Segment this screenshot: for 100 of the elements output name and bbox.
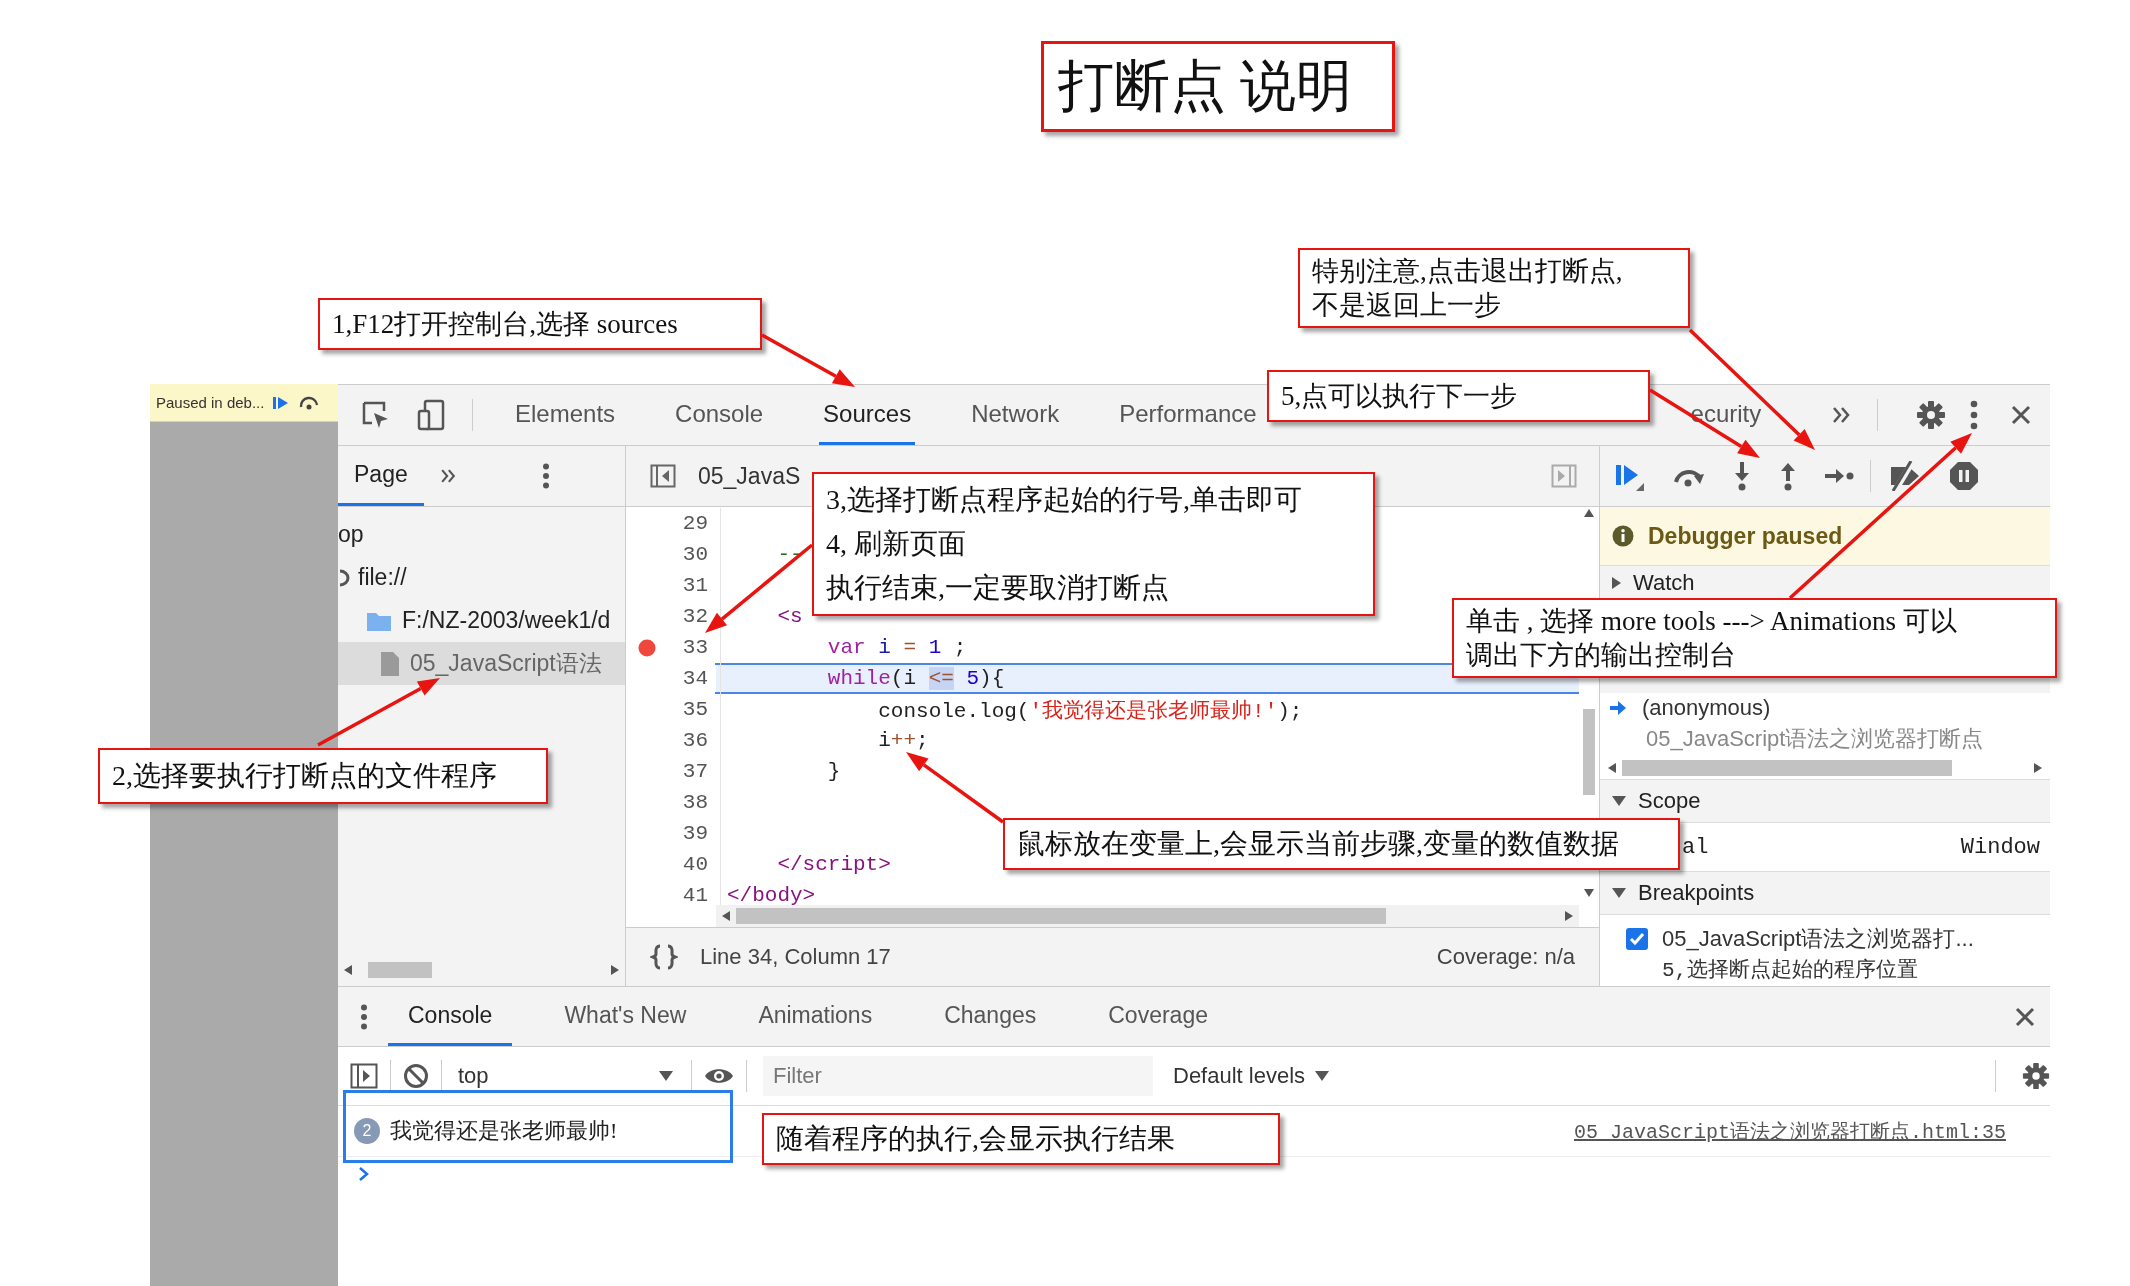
paused-message: Debugger paused xyxy=(1648,522,1843,550)
line-number[interactable]: 30 xyxy=(660,539,721,570)
levels-dropdown[interactable]: Default levels xyxy=(1167,1056,1336,1096)
section-title[interactable]: Breakpoints xyxy=(1638,880,1755,906)
filter-field[interactable]: Filter xyxy=(763,1056,1153,1096)
scrollbar[interactable] xyxy=(1600,757,2050,780)
scroll-left-icon[interactable] xyxy=(1608,763,1616,773)
call-frame[interactable]: (anonymous) 05_JavaScript语法之浏览器打断点 xyxy=(1600,693,2050,757)
scroll-left-icon[interactable] xyxy=(722,911,730,921)
scroll-thumb[interactable] xyxy=(1622,760,1952,776)
annotation-callout: 随着程序的执行,会显示执行结果 xyxy=(762,1113,1280,1165)
breakpoint-code: 5,选择断点起始的程序位置 xyxy=(1662,957,1920,984)
sidebar-toggle-icon[interactable] xyxy=(650,464,676,488)
breakpoint-file: 05_JavaScript语法之浏览器打... xyxy=(1662,925,1974,953)
code-line: i++; xyxy=(877,729,929,752)
panel-tab[interactable]: Elements xyxy=(511,385,620,445)
line-number[interactable]: 31 xyxy=(660,570,721,601)
panel-tab[interactable]: ecurity xyxy=(1690,385,1762,445)
scroll-up-icon[interactable] xyxy=(1584,509,1594,517)
scroll-right-icon[interactable] xyxy=(1565,911,1573,921)
disclosure-icon[interactable] xyxy=(1612,796,1626,806)
line-number[interactable]: 34 xyxy=(660,663,721,694)
menu-icon[interactable] xyxy=(541,463,550,489)
line-number[interactable]: 35 xyxy=(660,694,721,725)
line-number[interactable]: 40 xyxy=(660,849,721,880)
code-line: </script> xyxy=(776,853,891,876)
section-title[interactable]: Scope xyxy=(1638,788,1701,814)
clear-console-icon[interactable] xyxy=(403,1063,429,1089)
file-icon xyxy=(380,650,400,677)
sidebar-toggle-icon[interactable] xyxy=(1551,464,1577,488)
scope-value: Window xyxy=(1960,834,2040,860)
pause-icon[interactable] xyxy=(1949,461,1979,491)
close-icon[interactable] xyxy=(2010,404,2033,426)
code-line: } xyxy=(826,760,841,783)
title-callout: 打断点 说明 xyxy=(1041,41,1395,132)
pretty-print-icon[interactable] xyxy=(650,944,678,970)
panel-tab[interactable]: Network xyxy=(967,385,1064,445)
tree-item[interactable]: F:/NZ-2003/week1/d xyxy=(338,599,625,642)
panel-tab[interactable]: Performance xyxy=(1115,385,1261,445)
code-line: <s xyxy=(776,605,803,628)
scroll-thumb[interactable] xyxy=(736,908,1386,924)
annotation-callout: 3,选择打断点程序起始的行号,单击即可 4, 刷新页面 执行结束,一定要取消打断点 xyxy=(812,472,1375,616)
cursor-position: Line 34, Column 17 xyxy=(700,944,891,970)
scrollbar[interactable] xyxy=(716,905,1579,927)
source-link[interactable]: 05_JavaScript语法之浏览器打断点.html:35 xyxy=(1573,1117,2006,1145)
file-tab[interactable]: 05_JavaS xyxy=(698,462,801,490)
step-icon[interactable] xyxy=(1824,466,1854,486)
menu-icon[interactable] xyxy=(360,1003,368,1030)
close-icon[interactable] xyxy=(2014,1005,2036,1028)
annotation-callout: 鼠标放在变量上,会显示当前步骤,变量的数值数据 xyxy=(1003,818,1680,870)
scroll-right-icon[interactable] xyxy=(2034,763,2042,773)
line-number[interactable]: 29 xyxy=(660,508,721,539)
line-number[interactable]: 39 xyxy=(660,818,721,849)
line-number[interactable]: 36 xyxy=(660,725,721,756)
checkbox[interactable] xyxy=(1626,928,1648,950)
scroll-down-icon[interactable] xyxy=(1584,889,1594,897)
scroll-thumb[interactable] xyxy=(368,962,432,978)
context-dropdown[interactable]: top xyxy=(454,1056,679,1096)
drawer-tab[interactable]: Animations xyxy=(738,987,893,1046)
tree-item[interactable]: file:// xyxy=(338,556,625,599)
scroll-right-icon[interactable] xyxy=(611,965,619,975)
menu-icon[interactable] xyxy=(1970,400,1979,430)
annotation-callout: 5,点可以执行下一步 xyxy=(1267,370,1650,422)
section-title[interactable]: Watch xyxy=(1633,570,1695,596)
panel-tab[interactable]: Console xyxy=(671,385,768,445)
code-line: while(i <= 5){ xyxy=(826,667,1005,690)
code-line: -- xyxy=(776,543,803,566)
step-over-icon[interactable] xyxy=(298,394,321,411)
line-number[interactable]: 37 xyxy=(660,756,721,787)
drawer-tab[interactable]: Console xyxy=(388,987,513,1046)
line-number[interactable]: 38 xyxy=(660,787,721,818)
page-tab[interactable]: Page xyxy=(338,446,424,506)
console-message: 我觉得还是张老师最帅! xyxy=(390,1117,618,1145)
disclosure-icon[interactable] xyxy=(1612,888,1626,898)
code-line: </body> xyxy=(726,884,816,907)
scroll-thumb[interactable] xyxy=(1583,709,1595,795)
code-line: console.log('我觉得还是张老师最帅!'); xyxy=(877,698,1303,724)
prompt-icon[interactable] xyxy=(358,1166,370,1182)
disclosure-icon[interactable] xyxy=(1612,577,1621,589)
annotation-callout: 1,F12打开控制台,选择 sources xyxy=(318,298,762,350)
caret-icon xyxy=(1315,1071,1330,1081)
settings-icon[interactable] xyxy=(1916,400,1947,430)
tree-item[interactable]: 05_JavaScript语法 xyxy=(338,642,625,685)
code-line: var i = 1 ; xyxy=(826,636,967,659)
drawer-tab[interactable]: Coverage xyxy=(1088,987,1228,1046)
scroll-left-icon[interactable] xyxy=(344,965,352,975)
step-into-icon[interactable] xyxy=(1732,461,1752,491)
step-out-icon[interactable] xyxy=(1778,461,1798,491)
annotation-callout: 单击 , 选择 more tools ---> Animations 可以 调出下方的输出控制台 xyxy=(1452,598,2057,678)
coverage-label: Coverage: n/a xyxy=(1436,944,1575,970)
tree-item[interactable]: op xyxy=(338,513,625,556)
annotation-callout: 特别注意,点击退出打断点, 不是返回上一步 xyxy=(1298,248,1690,328)
paused-text: Paused in deb... xyxy=(156,394,265,411)
caret-icon xyxy=(659,1071,673,1081)
breakpoint-marker[interactable] xyxy=(638,638,656,657)
drawer-tab[interactable]: What's New xyxy=(544,987,707,1046)
scope-name: al xyxy=(1682,834,1709,860)
sidebar-toggle-icon[interactable] xyxy=(350,1063,378,1089)
drawer-tab[interactable]: Changes xyxy=(924,987,1057,1046)
eye-icon[interactable] xyxy=(704,1066,734,1086)
